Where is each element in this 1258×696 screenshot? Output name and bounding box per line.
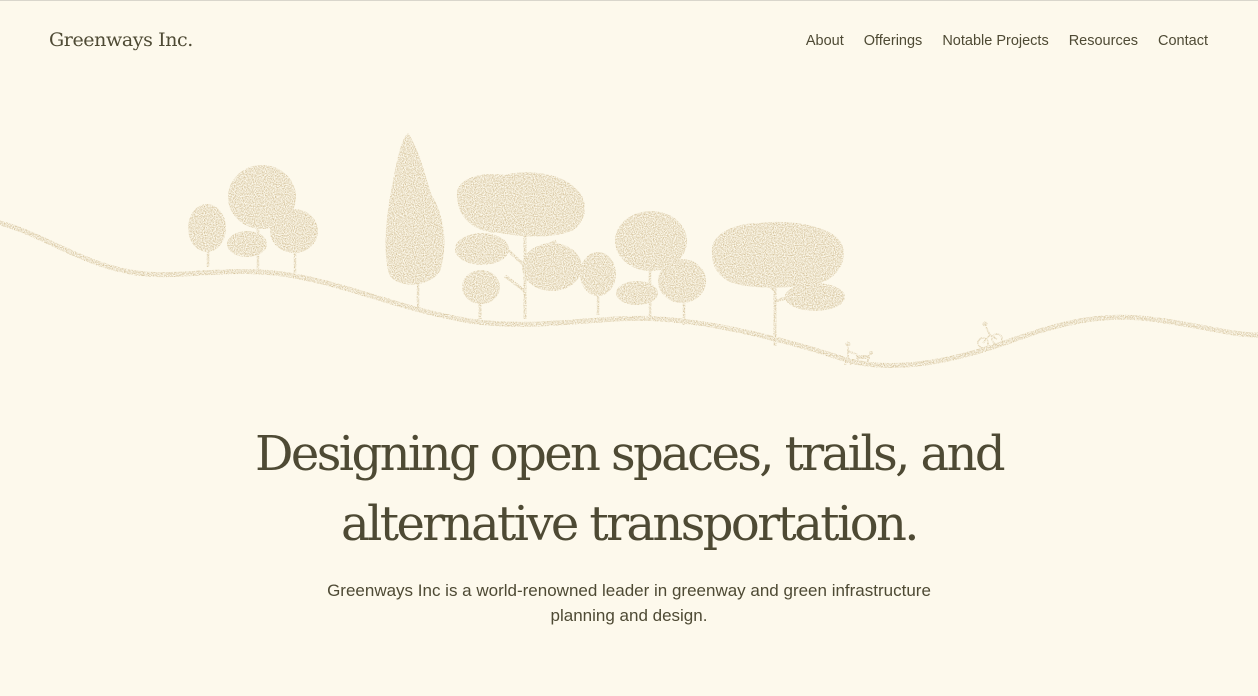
nav-link-resources[interactable]: Resources — [1069, 32, 1138, 50]
hero-headline-line2: alternative transportation. — [341, 496, 920, 552]
nav-item-resources: Resources — [1069, 32, 1138, 50]
nav-link-notable-projects[interactable]: Notable Projects — [942, 32, 1048, 50]
tree-group-left — [188, 165, 318, 273]
tree-group-middle — [580, 211, 706, 325]
nav-item-offerings: Offerings — [864, 32, 923, 50]
landscape-illustration — [0, 133, 1258, 368]
nav-link-offerings[interactable]: Offerings — [864, 32, 923, 50]
main-nav: About Offerings Notable Projects Resourc… — [806, 32, 1208, 50]
cyclist — [977, 321, 1003, 349]
tree-canopy-large — [455, 172, 586, 319]
hero-subtitle: Greenways Inc is a world-renowned leader… — [327, 581, 931, 625]
hero-headline-line1: Designing open spaces, trails, and — [255, 426, 1006, 482]
nav-link-about[interactable]: About — [806, 32, 844, 50]
nav-item-notable-projects: Notable Projects — [942, 32, 1048, 50]
nav-link-contact[interactable]: Contact — [1158, 32, 1208, 50]
nav-item-contact: Contact — [1158, 32, 1208, 50]
hero-headline: Designing open spaces, trails, and alter… — [0, 419, 1258, 559]
tree-cypress — [385, 133, 445, 309]
brand-logo[interactable]: Greenways Inc. — [49, 29, 193, 51]
nav-item-about: About — [806, 32, 844, 50]
